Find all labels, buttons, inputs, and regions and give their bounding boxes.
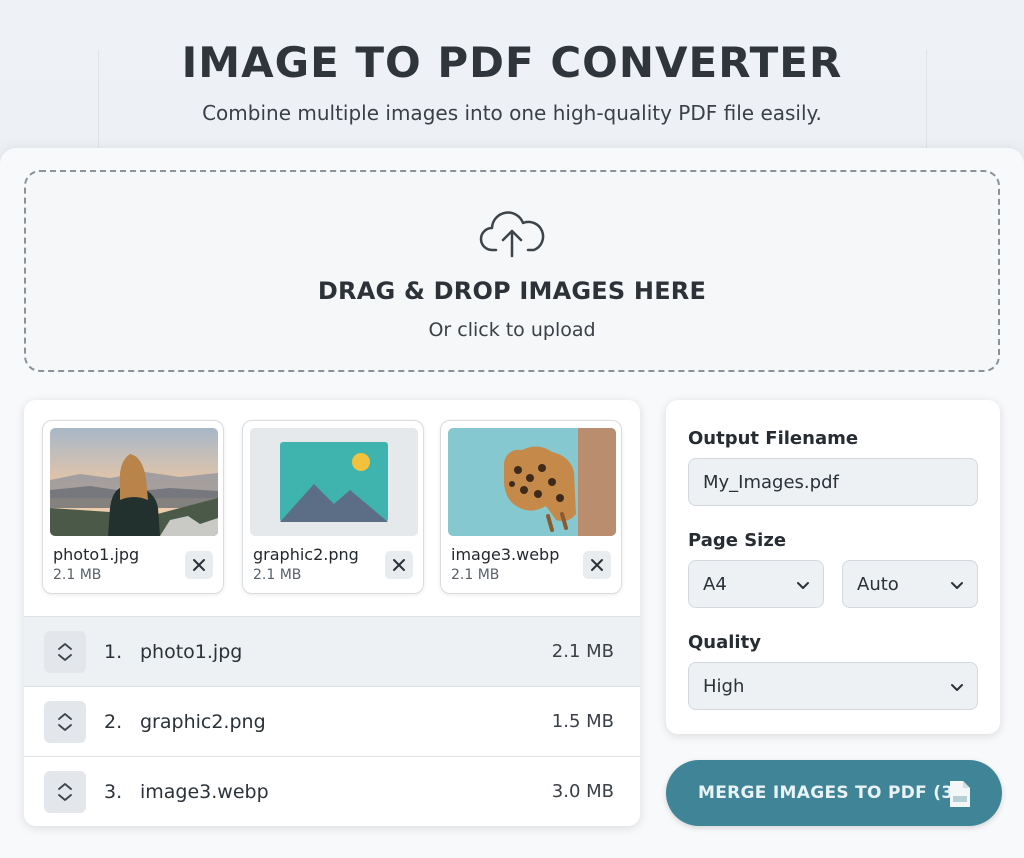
page-header: IMAGE TO PDF CONVERTER Combine multiple … bbox=[0, 38, 1024, 125]
thumbnail-filesize: 2.1 MB bbox=[451, 567, 500, 583]
remove-icon[interactable] bbox=[385, 551, 413, 579]
converter-card: DRAG & DROP IMAGES HERE Or click to uplo… bbox=[0, 148, 1024, 858]
remove-icon[interactable] bbox=[583, 551, 611, 579]
orientation-select[interactable]: Auto bbox=[842, 560, 978, 608]
upload-dropzone[interactable]: DRAG & DROP IMAGES HERE Or click to uplo… bbox=[24, 170, 1000, 372]
quality-label: Quality bbox=[688, 632, 761, 653]
thumbnail-filesize: 2.1 MB bbox=[253, 567, 302, 583]
chevron-down-icon bbox=[797, 582, 809, 589]
thumbnail-filesize: 2.1 MB bbox=[53, 567, 102, 583]
drag-handle-icon[interactable] bbox=[44, 771, 86, 813]
file-list-row[interactable]: 1. photo1.jpg 2.1 MB bbox=[24, 616, 640, 686]
row-number: 2. bbox=[104, 710, 123, 733]
thumbnail-filename: photo1.jpg bbox=[53, 545, 140, 564]
row-number: 1. bbox=[104, 640, 123, 663]
webp-thumbnail-image bbox=[448, 428, 616, 536]
files-panel: photo1.jpg 2.1 MB graphic2.png 2.1 MB im… bbox=[24, 400, 640, 826]
orientation-value: Auto bbox=[857, 573, 899, 595]
thumbnail-card[interactable]: image3.webp 2.1 MB bbox=[440, 420, 622, 594]
pdf-document-icon bbox=[950, 781, 970, 807]
thumbnail-card[interactable]: graphic2.png 2.1 MB bbox=[242, 420, 424, 594]
dropzone-subtitle: Or click to upload bbox=[428, 319, 596, 341]
drag-handle-icon[interactable] bbox=[44, 631, 86, 673]
row-filename: graphic2.png bbox=[140, 710, 266, 733]
page-title: IMAGE TO PDF CONVERTER bbox=[181, 38, 843, 87]
output-filename-label: Output Filename bbox=[688, 428, 859, 449]
cloud-upload-icon bbox=[26, 208, 998, 263]
drag-handle-icon[interactable] bbox=[44, 701, 86, 743]
row-filesize: 1.5 MB bbox=[551, 711, 614, 732]
graphic-thumbnail-image bbox=[250, 428, 418, 536]
file-order-list: 1. photo1.jpg 2.1 MB 2. graphic2.png 1.5… bbox=[24, 616, 640, 826]
merge-images-button[interactable]: MERGE IMAGES TO PDF (3) bbox=[666, 760, 1002, 826]
file-list-row[interactable]: 3. image3.webp 3.0 MB bbox=[24, 756, 640, 826]
dropzone-title: DRAG & DROP IMAGES HERE bbox=[317, 277, 707, 305]
output-filename-input[interactable]: My_Images.pdf bbox=[688, 458, 978, 506]
remove-icon[interactable] bbox=[185, 551, 213, 579]
row-number: 3. bbox=[104, 780, 123, 803]
page-subtitle: Combine multiple images into one high-qu… bbox=[202, 101, 822, 125]
settings-panel: Output Filename My_Images.pdf Page Size … bbox=[666, 400, 1000, 734]
page-size-select[interactable]: A4 bbox=[688, 560, 824, 608]
row-filename: photo1.jpg bbox=[140, 640, 243, 663]
chevron-down-icon bbox=[951, 684, 963, 691]
quality-select[interactable]: High bbox=[688, 662, 978, 710]
file-list-row[interactable]: 2. graphic2.png 1.5 MB bbox=[24, 686, 640, 756]
row-filename: image3.webp bbox=[140, 780, 269, 803]
photo-thumbnail-image bbox=[50, 428, 218, 536]
row-filesize: 2.1 MB bbox=[551, 641, 614, 662]
quality-value: High bbox=[703, 675, 745, 697]
thumbnail-filename: image3.webp bbox=[451, 545, 560, 564]
merge-button-label: MERGE IMAGES TO PDF (3) bbox=[698, 783, 962, 803]
row-filesize: 3.0 MB bbox=[551, 781, 614, 802]
chevron-down-icon bbox=[951, 582, 963, 589]
thumbnail-filename: graphic2.png bbox=[253, 545, 359, 564]
page-size-label: Page Size bbox=[688, 530, 787, 551]
page-size-value: A4 bbox=[703, 573, 727, 595]
thumbnail-card[interactable]: photo1.jpg 2.1 MB bbox=[42, 420, 224, 594]
